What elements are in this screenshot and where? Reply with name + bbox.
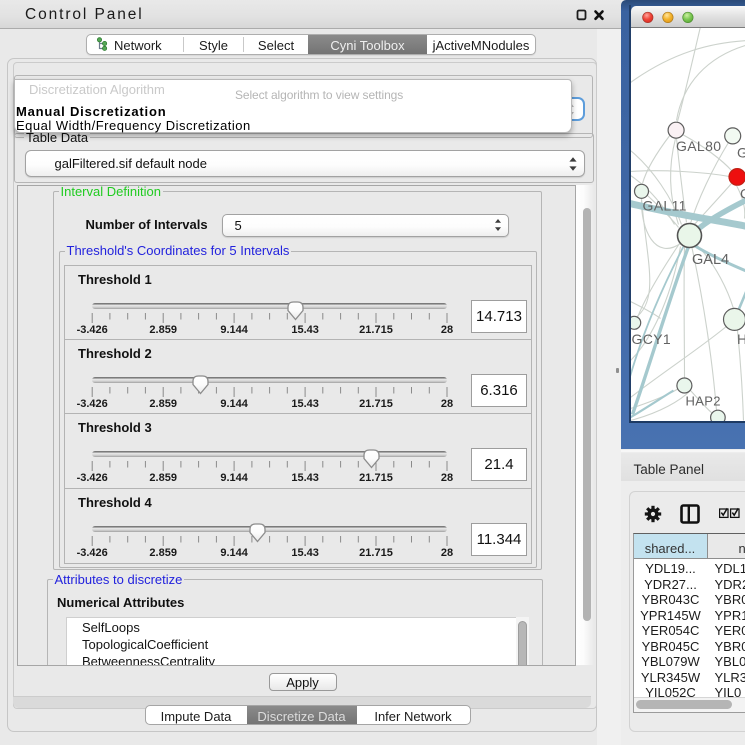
svg-text:H: H xyxy=(737,331,745,347)
svg-text:GAL4: GAL4 xyxy=(692,252,729,268)
svg-text:GCY1: GCY1 xyxy=(631,331,671,347)
svg-text:GAL80: GAL80 xyxy=(676,138,721,154)
svg-text:HAP2: HAP2 xyxy=(685,393,720,408)
svg-text:GA: GA xyxy=(737,144,745,160)
svg-text:C: C xyxy=(740,185,745,201)
svg-text:GAL11: GAL11 xyxy=(642,197,686,213)
